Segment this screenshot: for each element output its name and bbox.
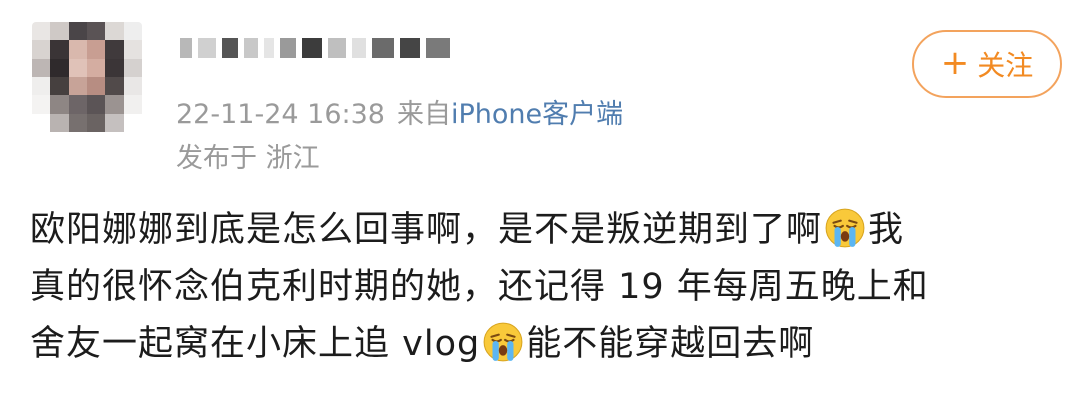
crying-face-icon (825, 208, 865, 248)
plus-icon: + (940, 43, 970, 83)
content-line-3-tail: 能不能穿越回去啊 (526, 324, 815, 364)
weibo-post: 22-11-24 16:38 来自iPhone客户端 发布于 浙江 + 关注 欧阳… (0, 0, 1080, 405)
post-meta: 22-11-24 16:38 来自iPhone客户端 (176, 92, 623, 131)
crying-face-icon (483, 322, 523, 362)
content-line-3: 舍友一起窝在小床上追 vlog 能不能穿越回去啊 (30, 316, 1060, 373)
post-location: 发布于 浙江 (176, 136, 320, 175)
username-redacted[interactable] (180, 30, 450, 66)
content-line-1-text: 欧阳娜娜到底是怎么回事啊，是不是叛逆期到了啊 (30, 210, 823, 250)
content-line-2: 真的很怀念伯克利时期的她，还记得 19 年每周五晚上和 (30, 259, 1060, 316)
content-line-1-tail: 我 (868, 210, 905, 250)
avatar[interactable] (32, 22, 142, 132)
follow-button[interactable]: + 关注 (912, 30, 1062, 98)
source-device-link[interactable]: iPhone (451, 99, 542, 130)
location-value: 浙江 (265, 143, 320, 174)
source-client-link[interactable]: 客户端 (542, 99, 623, 130)
content-line-2-text: 真的很怀念伯克利时期的她，还记得 19 年每周五晚上和 (30, 267, 929, 307)
follow-button-label: 关注 (977, 49, 1034, 82)
post-timestamp: 22-11-24 16:38 (176, 99, 385, 130)
content-line-1: 欧阳娜娜到底是怎么回事啊，是不是叛逆期到了啊 我 (30, 202, 1060, 259)
source-prefix: 来自 (396, 99, 451, 130)
post-content: 欧阳娜娜到底是怎么回事啊，是不是叛逆期到了啊 我 真的很怀念伯克利时期的她，还记… (30, 202, 1060, 373)
content-line-3-text: 舍友一起窝在小床上追 vlog (30, 324, 481, 364)
location-label: 发布于 (176, 143, 257, 174)
